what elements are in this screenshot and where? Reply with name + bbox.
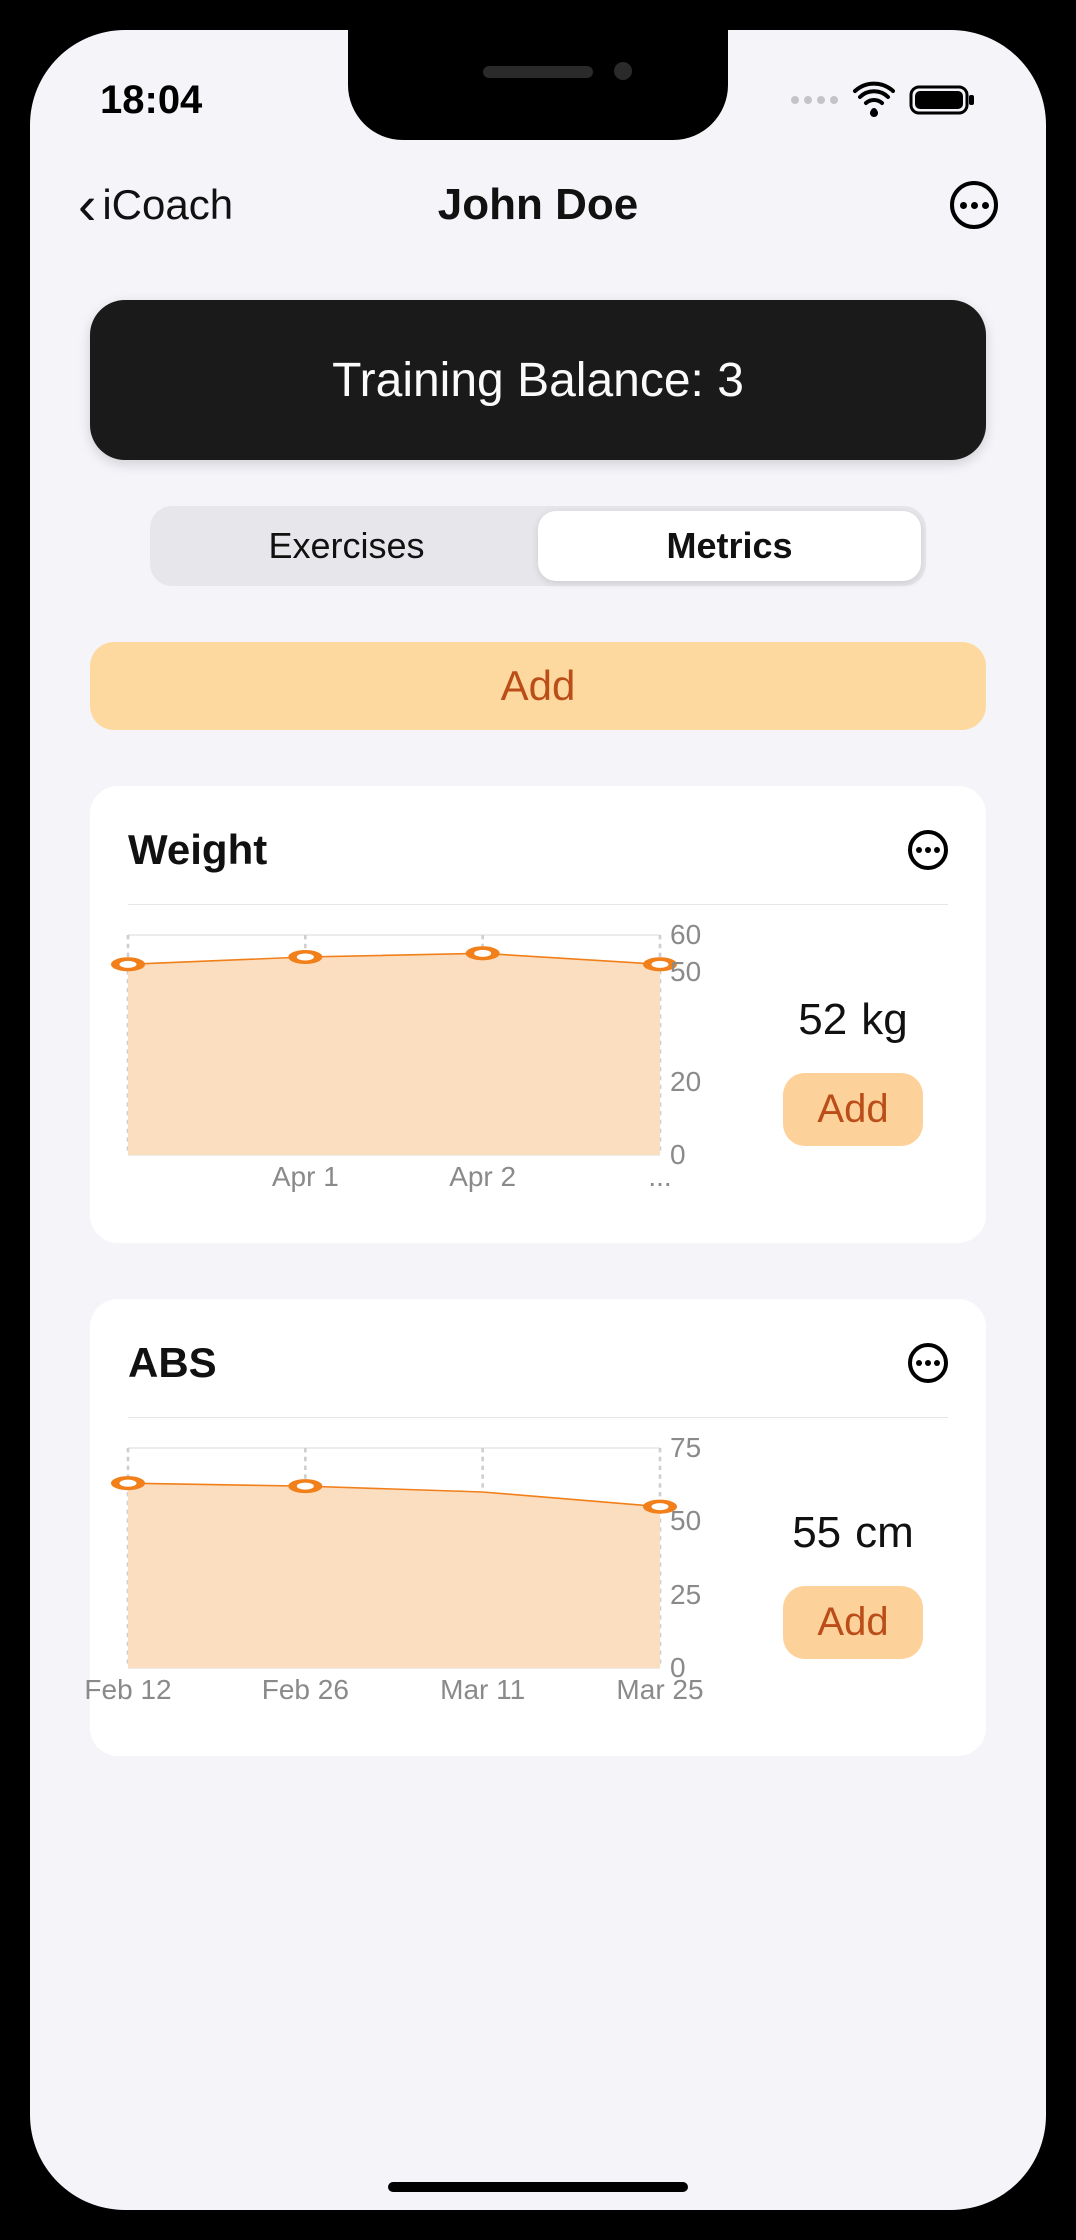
- chevron-left-icon: ‹: [78, 178, 96, 233]
- y-tick: 0: [670, 1139, 686, 1171]
- metric-value: 52 kg: [798, 995, 907, 1045]
- y-tick: 50: [670, 956, 701, 988]
- metric-card: ABS0255075Feb 12Feb 26Mar 11Mar 2555cmAd…: [90, 1299, 986, 1756]
- chart-y-axis: 0255075: [670, 1448, 720, 1668]
- chart-plot: [128, 935, 660, 1155]
- x-tick: Feb 12: [84, 1674, 171, 1706]
- page-title: John Doe: [438, 180, 638, 230]
- metric-value-number: 55: [792, 1508, 841, 1558]
- device-notch: [348, 30, 728, 140]
- x-tick: Mar 25: [616, 1674, 703, 1706]
- y-tick: 50: [670, 1505, 701, 1537]
- add-metric-button[interactable]: Add: [90, 642, 986, 730]
- more-button[interactable]: [950, 181, 998, 229]
- signal-dots-icon: [791, 96, 838, 104]
- wifi-icon: [854, 85, 894, 115]
- metric-card: Weight 0 20 50 60 Apr 1 Apr 2... 52 kg Add: [90, 786, 986, 1243]
- metric-head: Weight: [128, 826, 948, 905]
- y-tick: 25: [670, 1579, 701, 1611]
- metric-body: 0 20 50 60 Apr 1 Apr 2... 52 kg Add: [128, 905, 948, 1195]
- x-tick: Mar 11: [440, 1674, 525, 1706]
- metric-value-number: 52: [798, 995, 847, 1045]
- metric-add-button[interactable]: Add: [783, 1586, 922, 1659]
- x-tick: Apr 1: [272, 1161, 339, 1193]
- metric-value-unit: kg: [861, 995, 907, 1045]
- metric-value-unit: cm: [855, 1508, 914, 1558]
- tab-label: Exercises: [268, 525, 424, 567]
- chart-plot: [128, 1448, 660, 1668]
- screen: 18:04 ‹ iCoach: [30, 30, 1046, 2210]
- y-tick: 20: [670, 1066, 701, 1098]
- metric-body: 0255075Feb 12Feb 26Mar 11Mar 2555cmAdd: [128, 1418, 948, 1708]
- status-time: 18:04: [100, 78, 202, 123]
- metric-side: 55 cm Add: [758, 1448, 948, 1708]
- home-indicator[interactable]: [388, 2182, 688, 2192]
- tab-exercises[interactable]: Exercises: [155, 511, 538, 581]
- x-tick: Feb 26: [262, 1674, 349, 1706]
- chart-x-axis: Feb 12Feb 26Mar 11Mar 25: [128, 1674, 660, 1714]
- metrics-list: Weight 0 20 50 60 Apr 1 Apr 2... 52 kg Add ABS 0 25 5…: [30, 786, 1046, 1756]
- metric-value: 55 cm: [792, 1508, 914, 1558]
- back-label: iCoach: [102, 181, 233, 229]
- x-tick: Apr 2: [449, 1161, 516, 1193]
- y-tick: 75: [670, 1432, 701, 1464]
- metric-more-button[interactable]: [908, 1343, 948, 1383]
- nav-header: ‹ iCoach John Doe: [30, 150, 1046, 260]
- metric-side: 52 kg Add: [758, 935, 948, 1195]
- segmented-control: Exercises Metrics: [150, 506, 926, 586]
- banner-text: Training Balance: 3: [332, 353, 744, 408]
- add-label: Add: [501, 662, 576, 710]
- metric-more-button[interactable]: [908, 830, 948, 870]
- metric-title: ABS: [128, 1339, 217, 1387]
- metric-title: Weight: [128, 826, 267, 874]
- x-tick: ...: [648, 1161, 671, 1193]
- battery-icon: [910, 85, 976, 115]
- tab-label: Metrics: [666, 525, 792, 567]
- chart-y-axis: 0205060: [670, 935, 720, 1155]
- device-frame: 18:04 ‹ iCoach: [0, 0, 1076, 2240]
- metric-add-button[interactable]: Add: [783, 1073, 922, 1146]
- chart-x-axis: Apr 1Apr 2...: [128, 1161, 660, 1201]
- metric-head: ABS: [128, 1339, 948, 1418]
- metric-chart: 0205060Apr 1Apr 2...: [128, 935, 720, 1195]
- y-tick: 60: [670, 919, 701, 951]
- training-balance-banner[interactable]: Training Balance: 3: [90, 300, 986, 460]
- status-right: [791, 85, 976, 115]
- back-button[interactable]: ‹ iCoach: [78, 178, 233, 233]
- tab-metrics[interactable]: Metrics: [538, 511, 921, 581]
- metric-chart: 0255075Feb 12Feb 26Mar 11Mar 25: [128, 1448, 720, 1708]
